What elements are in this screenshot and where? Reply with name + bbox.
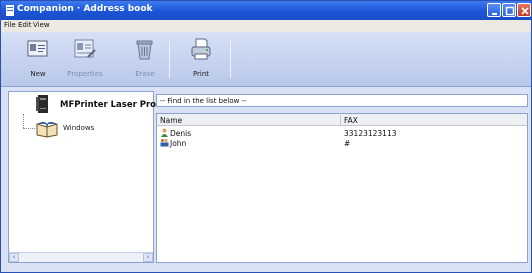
minimize-icon [492, 13, 497, 15]
contact-fax: # [344, 139, 351, 148]
list-header: Name FAX [157, 114, 527, 126]
tree-connector [23, 114, 24, 128]
trash-icon [136, 40, 153, 60]
new-label: New [30, 70, 46, 78]
properties-icon [74, 39, 96, 58]
column-header-fax[interactable]: FAX [344, 116, 358, 125]
column-header-name[interactable]: Name [160, 116, 182, 125]
contact-person-icon [161, 128, 168, 137]
tree-pane[interactable]: MFPrinter Laser Pro LL Windows ‹ › [8, 91, 170, 263]
properties-label: Properties [67, 70, 103, 78]
tree-connector [23, 128, 35, 129]
print-button[interactable]: Print [181, 35, 221, 79]
scroll-left-icon[interactable]: ‹ [9, 253, 19, 262]
erase-button[interactable]: Erase [125, 35, 165, 79]
menu-view[interactable]: View [33, 21, 50, 29]
window-title: Companion · Address book [17, 4, 153, 14]
menu-bar: File Edit View [1, 20, 531, 32]
tree-item-windows[interactable]: Windows [63, 124, 94, 132]
list-item[interactable]: John # [157, 138, 527, 148]
contact-name: John [170, 139, 187, 148]
maximize-button[interactable] [502, 3, 516, 17]
horizontal-scrollbar[interactable]: ‹ › [9, 252, 153, 262]
contact-name: Denis [170, 129, 192, 138]
address-book-icon [36, 122, 58, 138]
minimize-button[interactable] [487, 3, 501, 17]
toolbar: New Properties Erase Print [1, 32, 531, 87]
app-icon [6, 5, 14, 16]
title-bar[interactable]: Companion · Address book [1, 1, 531, 20]
contact-fax: 33123123113 [344, 129, 397, 138]
contact-group-icon [160, 138, 169, 147]
close-icon [521, 7, 529, 15]
properties-button[interactable]: Properties [65, 35, 105, 79]
menu-edit[interactable]: Edit [18, 21, 32, 29]
tree-item-printer[interactable]: MFPrinter Laser Pro LL [60, 100, 170, 110]
toolbar-separator [230, 40, 231, 78]
menu-file[interactable]: File [4, 21, 16, 29]
contact-list[interactable]: Name FAX Denis 33123123113 John # [156, 113, 528, 263]
app-window: Companion · Address book File Edit View … [0, 0, 532, 273]
find-input[interactable]: -- Find in the list below -- [156, 94, 528, 107]
printer-device-icon [36, 95, 48, 113]
print-label: Print [192, 70, 210, 78]
erase-label: Erase [135, 70, 155, 78]
list-item[interactable]: Denis 33123123113 [157, 128, 527, 138]
column-divider[interactable] [340, 115, 341, 125]
new-card-icon [27, 40, 48, 57]
toolbar-separator [169, 40, 170, 78]
new-button[interactable]: New [18, 35, 58, 79]
status-bar [1, 264, 531, 272]
maximize-icon [505, 6, 515, 16]
printer-icon [191, 38, 211, 60]
scroll-right-icon[interactable]: › [143, 253, 153, 262]
close-button[interactable] [517, 3, 531, 17]
